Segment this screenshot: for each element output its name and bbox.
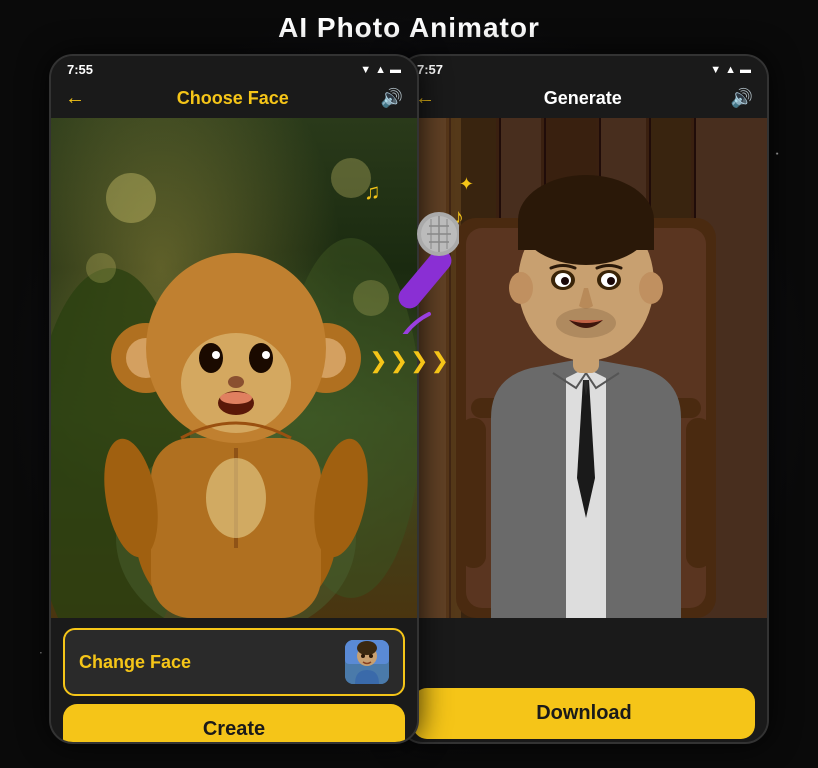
phones-container: 7:55 ▼ ▲ ▬ ← Choose Face 🔊 [0,54,818,744]
time-left: 7:55 [67,62,93,77]
face-thumbnail [345,640,389,684]
battery-icon-right: ▬ [740,64,751,76]
status-bar-right: 7:57 ▼ ▲ ▬ [401,56,767,81]
download-button[interactable]: Download [413,688,755,739]
phone-right: 7:57 ▼ ▲ ▬ ← Generate 🔊 [399,54,769,744]
child-monkey-image [51,118,417,618]
phone-left: 7:55 ▼ ▲ ▬ ← Choose Face 🔊 [49,54,419,744]
signal-icon-right: ▼ [710,64,721,76]
wifi-icon-left: ▲ [375,64,386,76]
sound-button-right[interactable]: 🔊 [731,88,753,109]
phone-bottom-right: Download [401,618,767,744]
battery-icon-left: ▬ [390,64,401,76]
phone-bottom-left: Change Face [51,618,417,744]
nav-bar-left: ← Choose Face 🔊 [51,81,417,118]
sound-button-left[interactable]: 🔊 [381,88,403,109]
time-right: 7:57 [417,62,443,77]
status-bar-left: 7:55 ▼ ▲ ▬ [51,56,417,81]
nav-title-left: Choose Face [177,88,289,109]
status-icons-right: ▼ ▲ ▬ [710,64,751,76]
man-suit-image [401,118,767,618]
nav-bar-right: ← Generate 🔊 [401,81,767,118]
signal-icon-left: ▼ [360,64,371,76]
nav-title-right: Generate [544,88,622,109]
page-title: AI Photo Animator [0,0,818,54]
spacer [413,628,755,688]
change-face-label: Change Face [79,652,191,673]
photo-area-right [401,118,767,618]
status-icons-left: ▼ ▲ ▬ [360,64,401,76]
face-thumb-svg [345,640,389,684]
wifi-icon-right: ▲ [725,64,736,76]
change-face-button[interactable]: Change Face [63,628,405,696]
photo-area-left [51,118,417,618]
back-button-left[interactable]: ← [65,87,85,110]
create-button[interactable]: Create [63,704,405,744]
